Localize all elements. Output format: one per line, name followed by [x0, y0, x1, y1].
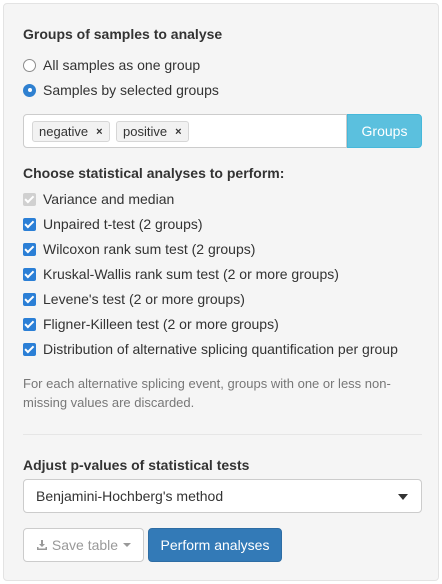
check-kruskal-wallis[interactable]: Kruskal-Wallis rank sum test (2 or more … — [23, 266, 339, 282]
group-tag-negative: negative × — [32, 121, 110, 142]
help-note: For each alternative splicing event, gro… — [23, 376, 391, 410]
analyses-section-title: Choose statistical analyses to perform: — [23, 165, 285, 181]
check-variance-median: Variance and median — [23, 191, 174, 207]
radio-button[interactable] — [23, 58, 36, 72]
checkbox[interactable] — [23, 342, 36, 356]
caret-down-icon — [398, 494, 408, 500]
caret-down-icon — [123, 543, 132, 547]
radio-label: All samples as one group — [43, 57, 201, 73]
check-label: Unpaired t-test (2 groups) — [43, 216, 203, 232]
check-label: Levene's test (2 or more groups) — [43, 291, 245, 307]
check-label: Kruskal-Wallis rank sum test (2 or more … — [43, 266, 339, 282]
analysis-panel: Groups of samples to analyse All samples… — [3, 3, 439, 581]
checkbox[interactable] — [23, 242, 36, 256]
radio-button[interactable] — [23, 83, 36, 97]
save-table-label: Save table — [51, 537, 119, 553]
check-label: Fligner-Killeen test (2 or more groups) — [43, 316, 279, 332]
group-tag-positive: positive × — [116, 121, 189, 142]
save-table-button[interactable]: Save table — [23, 528, 144, 562]
check-levene[interactable]: Levene's test (2 or more groups) — [23, 291, 245, 307]
checkbox — [23, 192, 36, 206]
perform-analyses-button[interactable]: Perform analyses — [148, 528, 282, 562]
check-unpaired-t-test[interactable]: Unpaired t-test (2 groups) — [23, 216, 203, 232]
download-icon — [36, 539, 48, 551]
section-divider — [23, 434, 422, 435]
check-label: Wilcoxon rank sum test (2 groups) — [43, 241, 256, 257]
checkbox[interactable] — [23, 317, 36, 331]
tag-label: positive — [123, 124, 168, 139]
pvalue-section-title: Adjust p-values of statistical tests — [23, 457, 250, 473]
tag-label: negative — [39, 124, 89, 139]
radio-label: Samples by selected groups — [43, 82, 219, 98]
check-splicing-distribution[interactable]: Distribution of alternative splicing qua… — [23, 341, 398, 357]
radio-all-samples[interactable]: All samples as one group — [23, 57, 200, 73]
checkbox[interactable] — [23, 217, 36, 231]
remove-tag-icon[interactable]: × — [96, 126, 102, 138]
check-wilcoxon[interactable]: Wilcoxon rank sum test (2 groups) — [23, 241, 255, 257]
checkbox[interactable] — [23, 267, 36, 281]
check-fligner-killeen[interactable]: Fligner-Killeen test (2 or more groups) — [23, 316, 279, 332]
checkbox[interactable] — [23, 292, 36, 306]
remove-tag-icon[interactable]: × — [175, 126, 181, 138]
pvalue-method-select[interactable]: Benjamini-Hochberg's method — [23, 479, 422, 513]
check-label: Variance and median — [43, 191, 175, 207]
select-value: Benjamini-Hochberg's method — [36, 488, 224, 504]
check-label: Distribution of alternative splicing qua… — [43, 341, 398, 357]
groups-multiselect[interactable]: negative × positive × — [23, 114, 347, 148]
radio-selected-groups[interactable]: Samples by selected groups — [23, 82, 219, 98]
groups-section-title: Groups of samples to analyse — [23, 26, 223, 42]
groups-button[interactable]: Groups — [347, 114, 422, 148]
